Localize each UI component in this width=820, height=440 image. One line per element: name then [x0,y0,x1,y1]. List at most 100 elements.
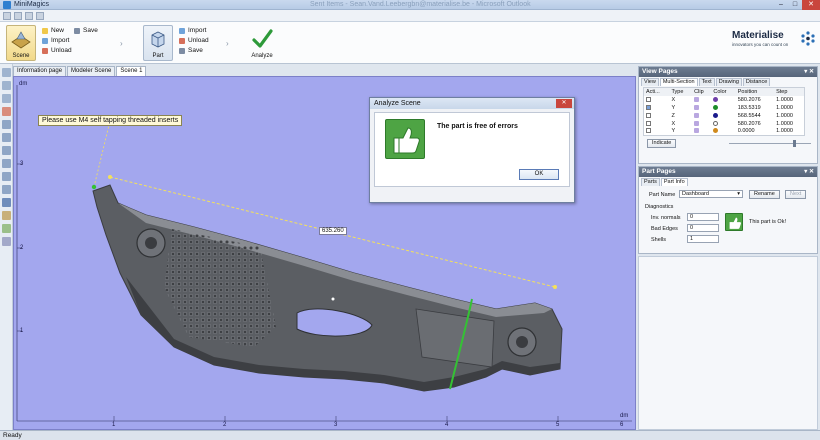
tab-multi-section[interactable]: Multi-Section [659,78,698,86]
slider-handle[interactable] [793,140,796,147]
step-cell[interactable]: 1.0000 [774,104,804,112]
table-row[interactable]: Z 568.5544 1.0000 [644,112,805,120]
new-icon[interactable] [3,12,11,20]
bad-edges-label: Bad Edges [651,226,678,232]
type-cell[interactable]: X [669,120,692,128]
scene-save-button[interactable]: Save [74,26,98,36]
minimize-button[interactable]: – [774,0,788,10]
color-swatch[interactable] [713,128,719,134]
analyze-button[interactable]: Analyze [247,25,277,61]
tab-text[interactable]: Text [698,78,715,86]
shading-icon[interactable] [2,237,11,246]
color-swatch[interactable] [713,120,719,126]
clip-icon[interactable] [694,104,700,110]
clip-icon[interactable] [694,112,700,118]
part-pages-tabs: Parts Part Info [639,177,817,186]
step-cell[interactable]: 1.0000 [774,128,804,136]
tab-information-page[interactable]: Information page [13,66,67,76]
type-cell[interactable]: Y [669,128,692,136]
position-cell[interactable]: 580.2076 [736,120,774,128]
panel-controls[interactable]: ▾ ✕ [804,168,814,175]
position-cell[interactable]: 568.5544 [736,112,774,120]
rotate-icon[interactable] [2,68,11,77]
indicate-button[interactable]: Indicate [647,139,677,148]
pan-icon[interactable] [2,81,11,90]
next-button[interactable]: Next [785,190,807,199]
annotation-note[interactable]: Please use M4 self tapping threaded inse… [38,115,183,126]
view-iso-icon[interactable] [2,198,11,207]
y-axis-unit: dm [19,81,28,87]
part-unload-button[interactable]: Unload [179,36,209,46]
tab-parts[interactable]: Parts [641,178,660,186]
dialog-title-bar: Analyze Scene ✕ [370,98,574,109]
active-checkbox[interactable] [646,104,651,110]
x-axis-unit: dm [620,413,629,419]
measure-icon[interactable] [2,211,11,220]
view-back-icon[interactable] [2,133,11,142]
active-checkbox[interactable] [646,96,651,102]
step-cell[interactable]: 1.0000 [774,120,804,128]
active-checkbox[interactable] [646,120,651,126]
dropdown-icon[interactable] [36,12,44,20]
dialog-close-button[interactable]: ✕ [556,99,572,108]
rename-button[interactable]: Rename [749,190,780,199]
part-save-button[interactable]: Save [179,46,209,56]
panel-controls[interactable]: ▾ ✕ [804,68,814,75]
table-row[interactable]: X 580.2076 1.0000 [644,120,805,128]
position-cell[interactable]: 183.5319 [736,104,774,112]
position-cell[interactable]: 580.2076 [736,96,774,104]
view-left-icon[interactable] [2,146,11,155]
clip-icon[interactable] [694,128,700,134]
x-tick-6: 6 [620,422,624,428]
table-row[interactable]: Y 183.5319 1.0000 [644,104,805,112]
table-row[interactable]: Y 0.0000 1.0000 [644,128,805,136]
color-swatch[interactable] [713,104,719,110]
view-top-icon[interactable] [2,172,11,181]
table-row[interactable]: X 580.2076 1.0000 [644,96,805,104]
tab-scene-1[interactable]: Scene 1 [116,66,147,76]
view-front-icon[interactable] [2,120,11,129]
scene-unload-button[interactable]: Unload [42,46,72,56]
part-name-select[interactable]: Dashboard ▾ [679,190,743,198]
scene-icon [11,31,31,49]
step-cell[interactable]: 1.0000 [774,112,804,120]
position-cell[interactable]: 0.0000 [736,128,774,136]
close-button[interactable]: ✕ [802,0,820,10]
type-cell[interactable]: X [669,96,692,104]
save-part-icon [179,48,185,54]
view-right-icon[interactable] [2,159,11,168]
step-cell[interactable]: 1.0000 [774,96,804,104]
tab-modeler-scene[interactable]: Modeler Scene [67,66,116,76]
part-import-button[interactable]: Import [179,26,209,36]
tab-drawing[interactable]: Drawing [715,78,742,86]
tab-view[interactable]: View [641,78,659,86]
clip-icon[interactable] [694,120,700,126]
clip-icon[interactable] [694,96,700,102]
type-cell[interactable]: Z [669,112,692,120]
color-swatch[interactable] [713,112,719,118]
dialog-body: The part is free of errors OK [374,112,570,187]
view-bottom-icon[interactable] [2,185,11,194]
active-checkbox[interactable] [646,112,651,118]
type-cell[interactable]: Y [669,104,692,112]
scene-button[interactable]: Scene [6,25,36,61]
zoom-icon[interactable] [2,94,11,103]
import-part-icon [179,28,185,34]
zoom-fit-icon[interactable] [2,107,11,116]
active-checkbox[interactable] [646,128,651,134]
tab-distance[interactable]: Distance [742,78,771,86]
section-icon[interactable] [2,224,11,233]
scene-new-button[interactable]: New [42,26,72,36]
scene-import-button[interactable]: Import [42,36,72,46]
step-slider[interactable] [729,143,811,144]
tab-part-info[interactable]: Part Info [660,178,688,186]
open-icon[interactable] [14,12,22,20]
part-button[interactable]: Part [143,25,173,61]
dimension-label: 635.260 [319,227,347,235]
save-icon[interactable] [25,12,33,20]
maximize-button[interactable]: □ [788,0,802,10]
ok-button[interactable]: OK [519,169,559,180]
part-label: Part [152,53,164,59]
dialog-title: Analyze Scene [374,100,421,107]
color-swatch[interactable] [713,96,719,102]
